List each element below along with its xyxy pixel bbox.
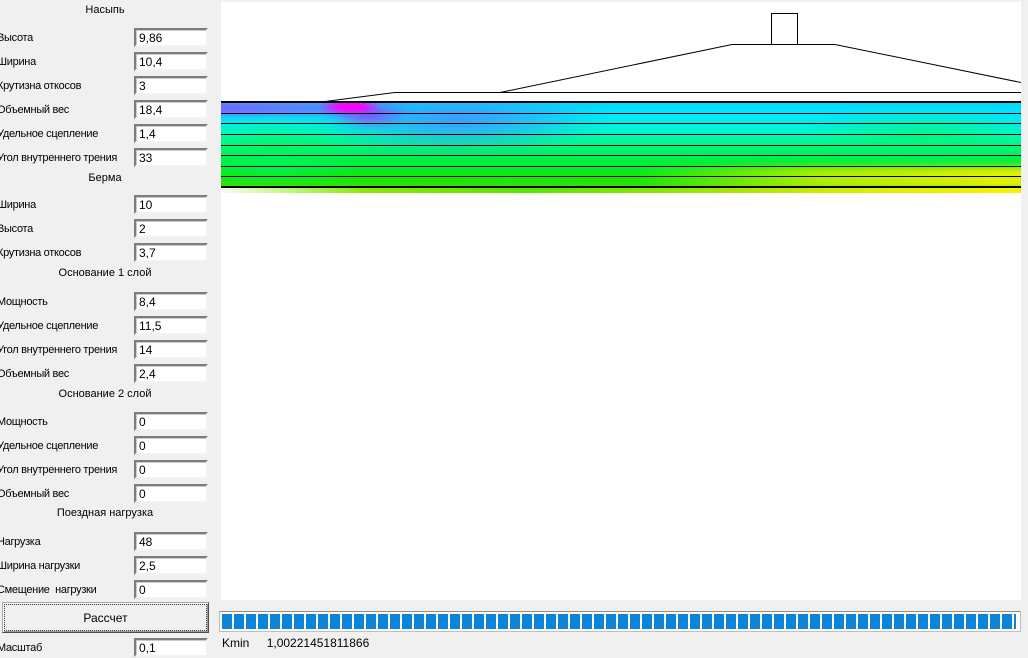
layer-line <box>221 176 1021 177</box>
field-row: Ширина <box>0 52 212 72</box>
section-title-base-layer1: Основание 1 слой <box>58 267 152 279</box>
field-label: Удельное сцепление <box>0 440 99 452</box>
layer-line <box>221 134 1021 135</box>
layer-line <box>221 145 1021 146</box>
kmin-status: Kmin 1,00221451811866 <box>222 636 369 650</box>
progress-bar-segments <box>222 614 1016 629</box>
berm-slope-input[interactable] <box>134 243 208 262</box>
base1-unit-weight-input[interactable] <box>134 364 208 383</box>
field-label: Ширина нагрузки <box>0 560 80 572</box>
layer-line <box>221 155 1021 156</box>
field-label: Высота <box>0 32 33 44</box>
field-row: Удельное сцепление <box>0 436 212 456</box>
field-row: Удельное сцепление <box>0 124 212 144</box>
field-label: Мощность <box>0 416 48 428</box>
field-label: Объемный вес <box>0 488 69 500</box>
embankment-cohesion-input[interactable] <box>134 124 208 143</box>
field-row: Крутизна откосов <box>0 243 212 263</box>
kmin-label: Kmin <box>222 636 250 650</box>
field-label: Объемный вес <box>0 368 69 380</box>
base2-friction-angle-input[interactable] <box>134 460 208 479</box>
berm-height-input[interactable] <box>134 219 208 238</box>
field-label: Удельное сцепление <box>0 128 99 140</box>
field-label: Угол внутреннего трения <box>0 464 118 476</box>
field-label: Нагрузка <box>0 536 41 548</box>
embankment-slope-input[interactable] <box>134 76 208 95</box>
field-row: Угол внутреннего трения <box>0 148 212 168</box>
field-row: Объемный вес <box>0 100 212 120</box>
section-title-berm: Берма <box>88 172 122 184</box>
field-row: Объемный вес <box>0 364 212 384</box>
field-row: Угол внутреннего трения <box>0 460 212 480</box>
layer-line <box>221 113 1021 114</box>
field-row: Угол внутреннего трения <box>0 340 212 360</box>
field-row: Объемный вес <box>0 484 212 504</box>
base2-unit-weight-input[interactable] <box>134 484 208 503</box>
base1-friction-angle-input[interactable] <box>134 340 208 359</box>
train-load-rect <box>771 13 798 45</box>
field-label: Крутизна откосов <box>0 80 82 92</box>
layer-bottom-line <box>221 186 1021 188</box>
field-label: Ширина <box>0 56 36 68</box>
embankment-width-input[interactable] <box>134 52 208 71</box>
calculation-progress-bar <box>219 611 1021 632</box>
field-row: Ширина нагрузки <box>0 556 212 576</box>
field-row: Удельное сцепление <box>0 316 212 336</box>
load-value-input[interactable] <box>134 532 208 551</box>
field-label: Удельное сцепление <box>0 320 99 332</box>
field-label: Ширина <box>0 199 36 211</box>
section-title-embankment: Насыпь <box>85 4 125 16</box>
field-label: Угол внутреннего трения <box>0 344 118 356</box>
embankment-friction-angle-input[interactable] <box>134 148 208 167</box>
field-label: Объемный вес <box>0 104 69 116</box>
field-label: Смещение нагрузки <box>0 584 97 596</box>
field-label: Масштаб <box>0 642 42 654</box>
field-label: Крутизна откосов <box>0 247 82 259</box>
embankment-height-input[interactable] <box>134 28 208 47</box>
base1-thickness-input[interactable] <box>134 292 208 311</box>
load-offset-input[interactable] <box>134 580 208 599</box>
field-label: Высота <box>0 223 33 235</box>
heatmap-bottom-band <box>221 188 1021 193</box>
field-row: Смещение нагрузки <box>0 580 212 600</box>
field-row: Мощность <box>0 412 212 432</box>
section-title-train-load: Поездная нагрузка <box>56 507 154 519</box>
berm-width-input[interactable] <box>134 195 208 214</box>
field-row: Высота <box>0 219 212 239</box>
kmin-value: 1,00221451811866 <box>266 636 370 650</box>
drawing-canvas <box>221 2 1021 600</box>
heatmap-green-zone-right <box>816 111 1021 169</box>
field-row: Ширина <box>0 195 212 215</box>
base2-cohesion-input[interactable] <box>134 436 208 455</box>
section-title-base-layer2: Основание 2 слой <box>58 388 152 400</box>
base2-thickness-input[interactable] <box>134 412 208 431</box>
load-width-input[interactable] <box>134 556 208 575</box>
layer-line <box>221 166 1021 167</box>
field-row: Масштаб <box>0 638 212 658</box>
field-label: Мощность <box>0 296 48 308</box>
field-row: Крутизна откосов <box>0 76 212 96</box>
field-row: Нагрузка <box>0 532 212 552</box>
calc-button[interactable]: Рассчет <box>2 602 209 633</box>
field-row: Мощность <box>0 292 212 312</box>
ground-surface-line <box>221 101 1021 103</box>
embankment-unit-weight-input[interactable] <box>134 100 208 119</box>
layer-line <box>221 123 1021 124</box>
base1-cohesion-input[interactable] <box>134 316 208 335</box>
embankment-outline <box>324 13 1021 102</box>
stability-heatmap <box>221 101 1021 193</box>
scale-input[interactable] <box>134 638 208 657</box>
field-label: Угол внутреннего трения <box>0 152 118 164</box>
field-row: Высота <box>0 28 212 48</box>
parameters-panel: Насыпь Высота Ширина Крутизна откосов Об… <box>0 0 212 658</box>
